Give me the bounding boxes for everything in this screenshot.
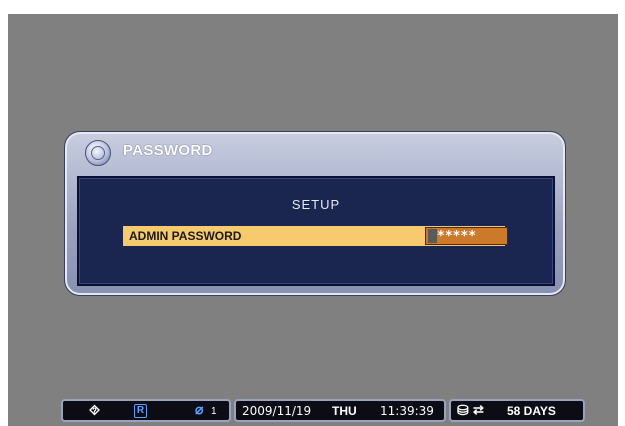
date-text: 2009/11/19 [242,404,312,418]
admin-password-input[interactable]: ***** [425,227,508,245]
channel-number: 1 [211,406,217,417]
disk-icon: ⛁ [457,402,469,418]
dialog-orb-icon [85,140,111,166]
storage-status: ⛁ ⇄ 58 DAYS [449,399,585,422]
password-dialog: PASSWORD SETUP ADMIN PASSWORD ***** [64,131,566,296]
days-remaining: 58 DAYS [507,404,556,418]
record-icon: R [134,404,147,418]
status-icons: ⯑ R ⌀ 1 [61,399,231,422]
datetime-display: 2009/11/19 THU 11:39:39 [234,399,446,422]
day-text: THU [332,404,357,418]
dvr-screen: PASSWORD SETUP ADMIN PASSWORD ***** [8,14,618,426]
no-audio-icon: ⌀ [195,401,204,417]
text-cursor [428,229,437,243]
admin-password-label: ADMIN PASSWORD [129,229,242,243]
admin-password-row[interactable]: ADMIN PASSWORD ***** [123,226,508,246]
time-text: 11:39:39 [380,404,434,418]
network-icon: ⯑ [89,402,101,418]
overwrite-icon: ⇄ [473,402,484,417]
password-mask: ***** [437,229,477,244]
dialog-title: PASSWORD [123,142,213,159]
dialog-panel: SETUP ADMIN PASSWORD ***** [77,176,555,286]
section-heading: SETUP [291,197,341,212]
